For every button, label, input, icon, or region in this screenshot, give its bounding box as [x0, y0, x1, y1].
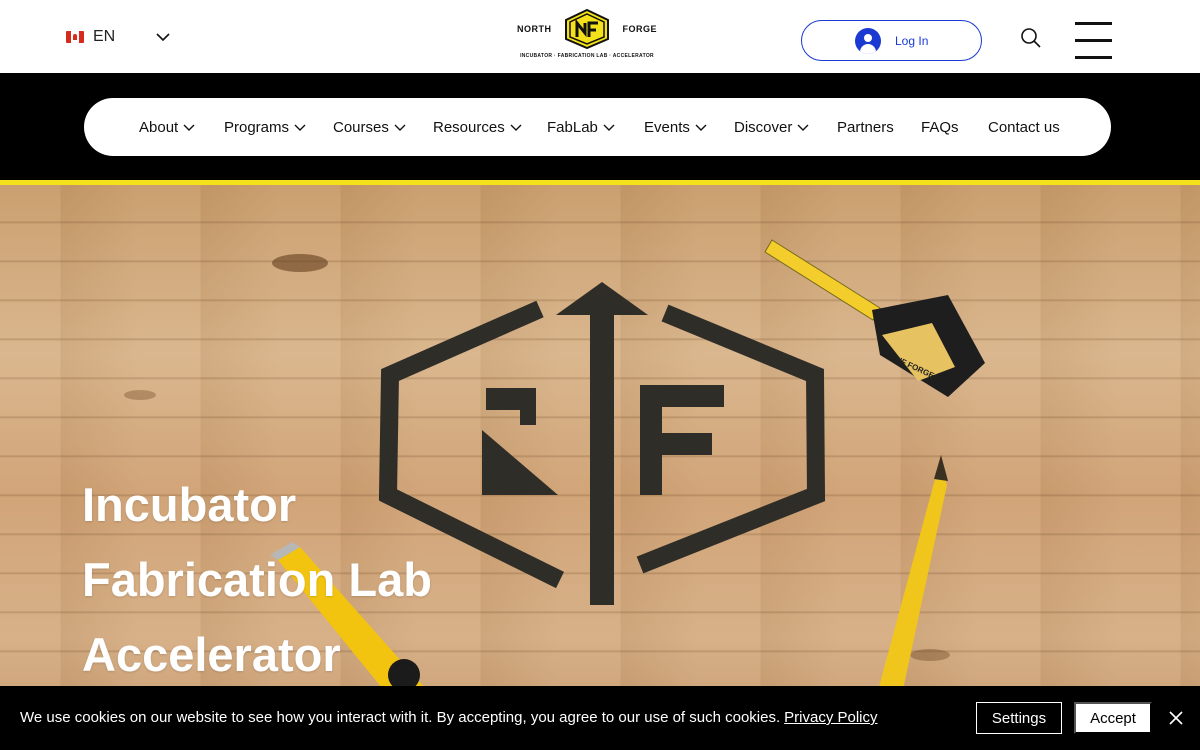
privacy-policy-link[interactable]: Privacy Policy [784, 709, 877, 726]
cookie-message: We use cookies on our website to see how… [20, 709, 878, 726]
nav-item-label: FAQs [921, 118, 959, 136]
login-label: Log In [895, 33, 929, 48]
nav-item-label: Events [644, 118, 690, 136]
logo-word-right: FORGE [622, 24, 657, 34]
painted-nf-logo-n-bottom [482, 430, 558, 495]
nav-pill: About Programs Courses Resources FabLab … [84, 98, 1111, 156]
hero-line-incubator: Incubator [82, 478, 297, 531]
cookie-text: We use cookies on our website to see how… [20, 709, 781, 726]
nav-item-label: Courses [333, 118, 389, 136]
nav-item-label: Contact us [988, 118, 1060, 136]
user-avatar-icon [855, 27, 881, 54]
top-bar: EN NORTH FORGE INCUBATOR · FABRICATION L… [0, 0, 1200, 73]
hero-headline: Incubator Fabrication Lab Accelerator [82, 467, 432, 692]
nf-hexagon-logo-icon [565, 9, 609, 49]
main-navigation: About Programs Courses Resources FabLab … [0, 73, 1200, 180]
chevron-down-icon [797, 121, 809, 133]
chevron-down-icon [183, 121, 195, 133]
wood-knot [910, 649, 950, 661]
hero-line-accelerator: Accelerator [82, 628, 341, 681]
nav-item-about[interactable]: About [139, 117, 195, 137]
hero-section: NF FORGE Incubator Fabrication Lab Accel… [0, 185, 1200, 750]
hero-line-fabrication-lab: Fabrication Lab [82, 553, 432, 606]
nav-item-contact-us[interactable]: Contact us [988, 117, 1060, 137]
cookie-accept-button[interactable]: Accept [1074, 702, 1152, 734]
nav-item-label: Programs [224, 118, 290, 136]
nav-item-partners[interactable]: Partners [837, 117, 894, 137]
chevron-down-icon [394, 121, 406, 133]
canada-flag-icon [66, 31, 84, 43]
chevron-down-icon [695, 121, 707, 133]
nav-item-label: Partners [837, 118, 894, 136]
search-icon[interactable] [1020, 27, 1042, 49]
nav-item-courses[interactable]: Courses [333, 117, 406, 137]
nav-item-label: About [139, 118, 179, 136]
painted-nf-logo-f-mid [640, 433, 712, 455]
nav-item-label: FabLab [547, 118, 598, 136]
wood-knot [272, 254, 328, 272]
nav-item-fablab[interactable]: FabLab [547, 117, 615, 137]
north-forge-logo[interactable]: NORTH FORGE INCUBATOR · FABRICATION LAB … [517, 8, 657, 64]
cookie-settings-button[interactable]: Settings [976, 702, 1062, 734]
chevron-down-icon [155, 29, 171, 45]
close-icon[interactable] [1168, 710, 1184, 726]
logo-word-left: NORTH [517, 24, 552, 34]
chevron-down-icon [294, 121, 306, 133]
language-selector[interactable]: EN [66, 24, 171, 50]
painted-nf-logo-n-top [486, 388, 536, 425]
painted-nf-logo-arrow [556, 282, 648, 605]
cookie-banner: We use cookies on our website to see how… [0, 686, 1200, 750]
nav-item-label: Discover [734, 118, 793, 136]
logo-tagline: INCUBATOR · FABRICATION LAB · ACCELERATO… [520, 53, 654, 59]
nav-item-programs[interactable]: Programs [224, 117, 306, 137]
chevron-down-icon [603, 121, 615, 133]
chevron-down-icon [510, 121, 522, 133]
nav-item-faqs[interactable]: FAQs [921, 117, 959, 137]
wood-knot [124, 390, 156, 400]
login-button[interactable]: Log In [801, 20, 982, 61]
nav-item-label: Resources [433, 118, 505, 136]
language-code: EN [93, 28, 116, 45]
hamburger-menu-icon[interactable] [1075, 21, 1112, 60]
nav-item-events[interactable]: Events [644, 117, 707, 137]
nav-item-resources[interactable]: Resources [433, 117, 522, 137]
nav-item-discover[interactable]: Discover [734, 117, 809, 137]
